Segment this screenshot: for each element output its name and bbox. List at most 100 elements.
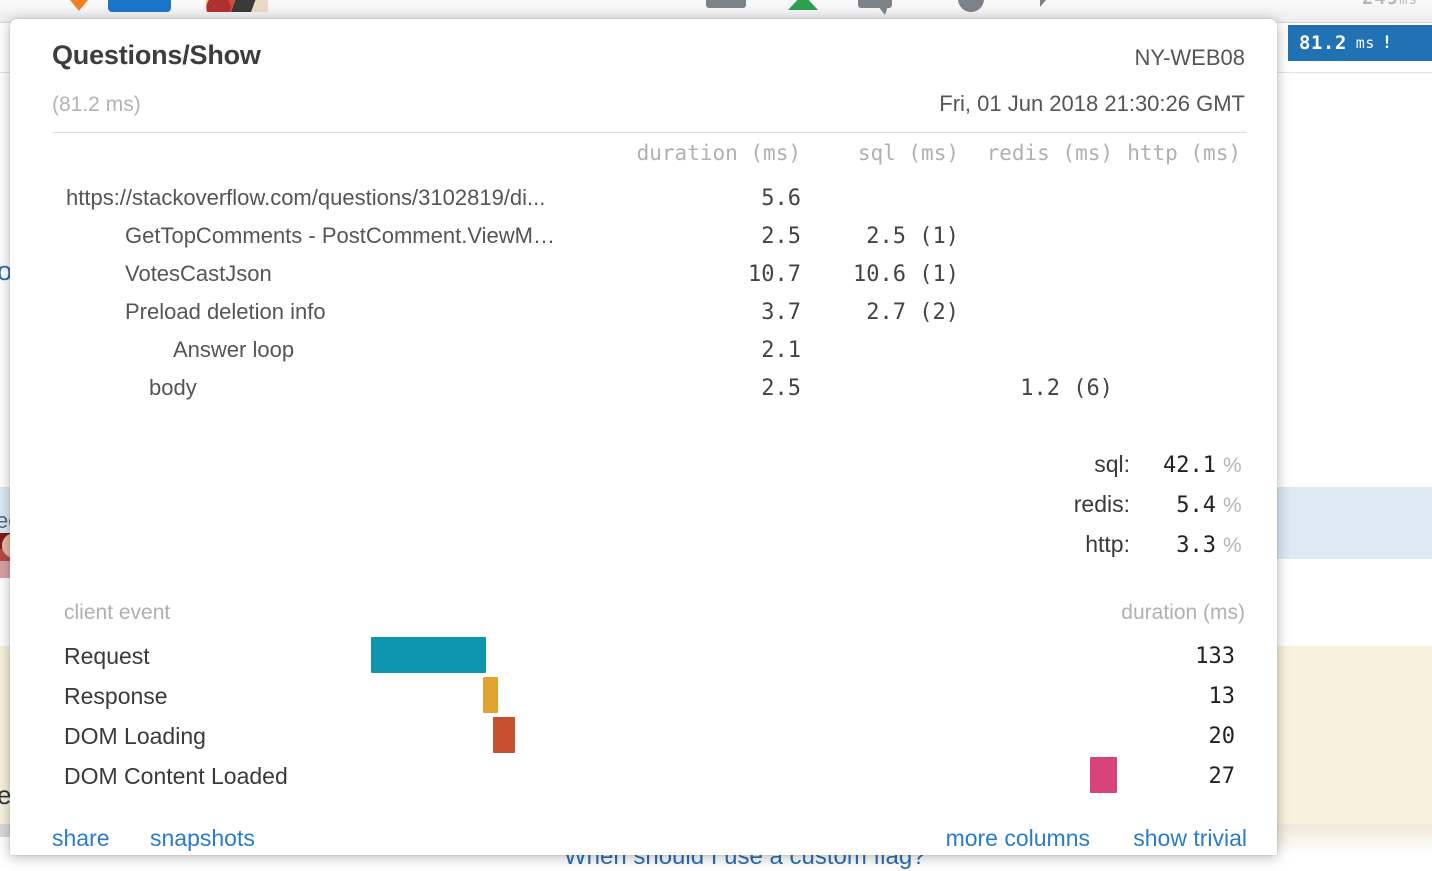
client-event-duration: 27 [1209, 764, 1236, 789]
show-trivial-link[interactable]: show trivial [1133, 825, 1247, 852]
timing-redis [963, 179, 1119, 217]
client-event-row: DOM Content Loaded 27 [40, 759, 1247, 799]
column-header-sql: sql (ms) [807, 141, 963, 179]
table-row[interactable]: Preload deletion info3.72.7 (2) [40, 293, 1247, 331]
percent-label: redis: [1074, 491, 1130, 518]
timing-sql [807, 331, 963, 369]
percent-value: 5.4 [1130, 493, 1216, 518]
client-event-header-duration: duration (ms) [1121, 601, 1245, 625]
timing-duration: 10.7 [621, 255, 807, 293]
profiler-badge-inactive-unit: ms [1399, 0, 1418, 8]
client-event-bar [371, 637, 486, 673]
percent-sign: % [1223, 454, 1245, 478]
client-event-label: DOM Content Loaded [64, 763, 288, 790]
profiler-badge-unit: ms [1356, 34, 1375, 52]
client-event-bar [483, 677, 498, 713]
timing-sql: 2.5 (1) [807, 217, 963, 255]
client-event-row: DOM Loading 20 [40, 719, 1247, 759]
profiler-footer: share snapshots more columns show trivia… [40, 825, 1247, 855]
percent-sign: % [1223, 494, 1245, 518]
header-divider [52, 132, 1247, 133]
achievements-icon[interactable] [788, 0, 818, 10]
timing-redis: 1.2 (6) [963, 369, 1119, 407]
profiler-badge-active[interactable]: 81.2 ms ! [1288, 25, 1432, 61]
client-event-row: Response 13 [40, 679, 1247, 719]
more-columns-link[interactable]: more columns [946, 825, 1090, 852]
timing-http [1119, 179, 1247, 217]
flag-icon[interactable] [1040, 0, 1054, 7]
timing-sql: 10.6 (1) [807, 255, 963, 293]
client-event-label: Response [64, 683, 168, 710]
column-header-duration: duration (ms) [621, 141, 807, 179]
percent-label: sql: [1094, 451, 1130, 478]
client-event-duration: 133 [1195, 644, 1235, 669]
timing-http [1119, 255, 1247, 293]
primary-button[interactable] [108, 0, 171, 12]
timing-name: https://stackoverflow.com/questions/3102… [40, 179, 621, 217]
timing-duration: 3.7 [621, 293, 807, 331]
timing-duration: 5.6 [621, 179, 807, 217]
percent-row: http:3.3% [825, 531, 1245, 571]
table-row[interactable]: GetTopComments - PostComment.ViewM…2.52.… [40, 217, 1247, 255]
percent-row: sql:42.1% [825, 451, 1245, 491]
table-row[interactable]: https://stackoverflow.com/questions/3102… [40, 179, 1247, 217]
client-event-bar [1090, 757, 1117, 793]
timing-redis [963, 255, 1119, 293]
timing-http [1119, 293, 1247, 331]
timing-sql: 2.7 (2) [807, 293, 963, 331]
table-row[interactable]: VotesCastJson10.710.6 (1) [40, 255, 1247, 293]
timing-sql [807, 179, 963, 217]
mini-profiler-popup: Questions/Show (81.2 ms) NY-WEB08 Fri, 0… [10, 19, 1277, 855]
profiler-badge-alert: ! [1382, 33, 1393, 53]
timing-name: GetTopComments - PostComment.ViewM… [40, 217, 621, 255]
comment-icon[interactable] [858, 0, 892, 8]
timing-http [1119, 369, 1247, 407]
percent-sign: % [1223, 534, 1245, 558]
timing-http [1119, 331, 1247, 369]
snapshots-link[interactable]: snapshots [150, 825, 255, 852]
client-event-row: Request 133 [40, 639, 1247, 679]
column-header-http: http (ms) [1119, 141, 1247, 179]
caret-down-icon[interactable] [70, 0, 88, 11]
timing-name: Preload deletion info [40, 293, 621, 331]
percent-summary: sql:42.1%redis:5.4%http:3.3% [825, 451, 1245, 571]
timing-duration: 2.5 [621, 217, 807, 255]
timings-header-row: duration (ms) sql (ms) redis (ms) http (… [40, 141, 1247, 179]
percent-value: 42.1 [1130, 453, 1216, 478]
client-event-label: Request [64, 643, 150, 670]
client-event-duration: 20 [1209, 724, 1236, 749]
total-duration: (81.2 ms) [52, 93, 141, 117]
timing-name: Answer loop [40, 331, 621, 369]
timing-name: VotesCastJson [40, 255, 621, 293]
page-title: Questions/Show [52, 40, 261, 71]
column-header-name [40, 141, 621, 179]
percent-row: redis:5.4% [825, 491, 1245, 531]
profiler-badge-inactive[interactable]: 249ms [1362, 0, 1418, 9]
timing-redis [963, 331, 1119, 369]
timing-name: body [40, 369, 621, 407]
request-timestamp: Fri, 01 Jun 2018 21:30:26 GMT [939, 91, 1245, 117]
percent-label: http: [1085, 531, 1130, 558]
client-event-header-label: client event [64, 601, 170, 625]
profiler-header: Questions/Show (81.2 ms) NY-WEB08 Fri, 0… [40, 19, 1247, 127]
profiler-badge-value: 81.2 [1299, 32, 1347, 54]
table-row[interactable]: body2.5 1.2 (6) [40, 369, 1247, 407]
timing-sql [807, 369, 963, 407]
table-row[interactable]: Answer loop2.1 [40, 331, 1247, 369]
column-header-redis: redis (ms) [963, 141, 1119, 179]
timing-redis [963, 217, 1119, 255]
client-event-chart: Request 133 Response 13 DOM Loading 20 DOM Con… [40, 639, 1247, 799]
percent-value: 3.3 [1130, 533, 1216, 558]
timing-redis [963, 293, 1119, 331]
timing-duration: 2.1 [621, 331, 807, 369]
client-event-bar [493, 717, 515, 753]
share-link[interactable]: share [52, 825, 110, 852]
inbox-icon[interactable] [706, 0, 746, 8]
profiler-badge-inactive-value: 249 [1362, 0, 1399, 9]
client-event-label: DOM Loading [64, 723, 206, 750]
client-event-duration: 13 [1209, 684, 1236, 709]
thumbnail-image [206, 0, 268, 12]
server-name: NY-WEB08 [1135, 45, 1245, 71]
timings-table: duration (ms) sql (ms) redis (ms) http (… [40, 141, 1247, 407]
timing-duration: 2.5 [621, 369, 807, 407]
